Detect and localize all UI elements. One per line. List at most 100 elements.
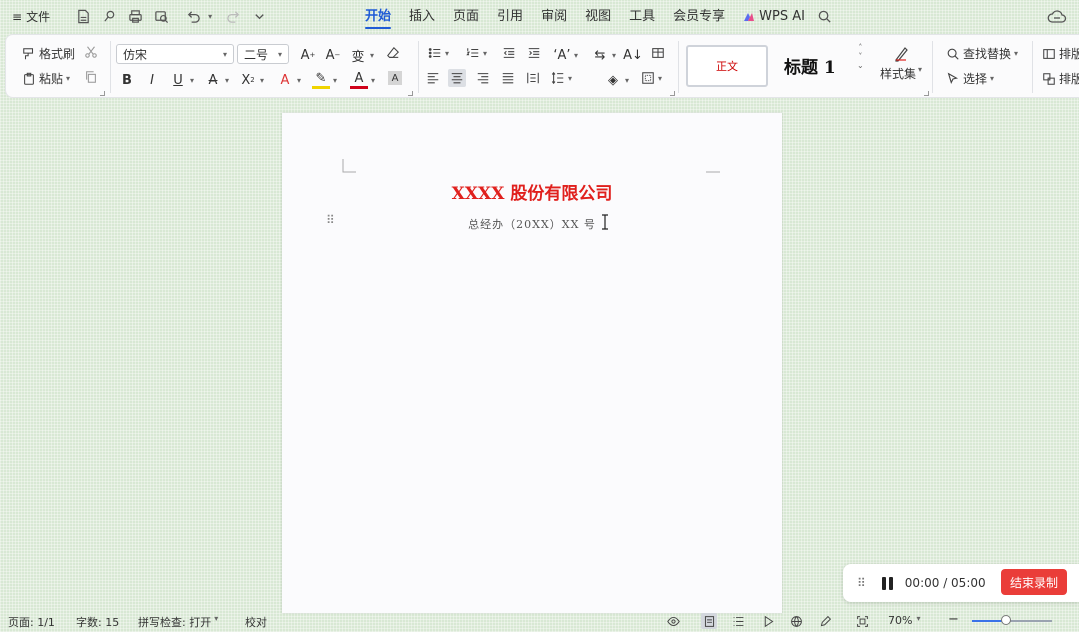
zoom-out-icon[interactable]: − bbox=[948, 612, 959, 627]
grow-font-button[interactable]: A + bbox=[299, 46, 317, 64]
document-page[interactable]: XXXX 股份有限公司 ⠿ 总经办（20XX）XX 号 bbox=[282, 113, 782, 613]
find-replace-button[interactable]: 查找替换 ▾ bbox=[946, 45, 1018, 62]
font-name-select[interactable]: 仿宋 ▾ bbox=[116, 44, 234, 64]
character-shading-button[interactable]: A bbox=[388, 71, 402, 85]
pause-button[interactable] bbox=[881, 576, 893, 590]
align-center-button[interactable] bbox=[448, 69, 466, 87]
scroll-down-icon[interactable]: ˅ bbox=[858, 52, 862, 61]
paragraph-group-launcher[interactable] bbox=[670, 91, 675, 96]
line-spacing-button[interactable]: ▾ bbox=[551, 71, 572, 85]
style-set-button[interactable]: 样式集 ▾ bbox=[880, 45, 922, 82]
clear-format-button[interactable] bbox=[386, 46, 400, 60]
pen-annotate-icon[interactable] bbox=[817, 613, 833, 629]
search-icon[interactable] bbox=[814, 6, 836, 28]
align-right-button[interactable] bbox=[476, 71, 490, 85]
borders-button[interactable]: ▾ bbox=[641, 71, 662, 85]
scroll-up-icon[interactable]: ˄ bbox=[858, 43, 862, 52]
sort-icon: A↓ bbox=[623, 47, 643, 63]
undo-dropdown-icon[interactable]: ▾ bbox=[208, 12, 212, 21]
numbered-list-button[interactable]: ▾ bbox=[466, 46, 487, 60]
justify-button[interactable] bbox=[501, 71, 515, 85]
text-effect-button[interactable]: A ▾ bbox=[276, 71, 301, 89]
align-left-button[interactable] bbox=[426, 71, 440, 85]
increase-indent-button[interactable] bbox=[527, 46, 541, 60]
show-marks-button[interactable] bbox=[651, 46, 665, 60]
chevron-down-icon: ▾ bbox=[612, 50, 617, 60]
italic-icon: I bbox=[150, 72, 154, 88]
paste-dropdown-icon[interactable]: ▾ bbox=[66, 74, 70, 83]
page-view-icon[interactable] bbox=[701, 613, 717, 629]
file-menu[interactable]: ≡ 文件 bbox=[8, 5, 54, 28]
more-dropdown-icon[interactable] bbox=[248, 6, 270, 28]
print-preview-icon[interactable] bbox=[150, 6, 172, 28]
outline-view-icon[interactable] bbox=[730, 613, 746, 629]
distribute-button[interactable] bbox=[526, 71, 540, 85]
tab-member[interactable]: 会员专享 bbox=[664, 0, 734, 33]
decrease-indent-button[interactable] bbox=[502, 46, 516, 60]
open-file-icon[interactable] bbox=[98, 6, 120, 28]
tab-home[interactable]: 开始 bbox=[356, 0, 400, 33]
font-group-launcher[interactable] bbox=[408, 91, 413, 96]
tab-view[interactable]: 视图 bbox=[576, 0, 620, 33]
clipboard-group-launcher[interactable] bbox=[100, 91, 105, 96]
cloud-sync-icon[interactable] bbox=[1047, 7, 1067, 27]
style-heading-1[interactable]: 标题 1 bbox=[784, 53, 836, 78]
cut-button[interactable] bbox=[84, 45, 98, 59]
document-title[interactable]: XXXX 股份有限公司 bbox=[282, 179, 782, 204]
word-count[interactable]: 字数: 15 bbox=[76, 614, 119, 630]
select-button[interactable]: 选择 ▾ bbox=[946, 70, 994, 87]
play-icon[interactable] bbox=[760, 613, 776, 629]
tab-page[interactable]: 页面 bbox=[444, 0, 488, 33]
copy-button[interactable] bbox=[84, 70, 98, 84]
bold-icon: B bbox=[122, 72, 132, 88]
paste-label: 粘贴 bbox=[39, 72, 64, 86]
change-case-button[interactable]: ‘A’ ▾ bbox=[553, 46, 578, 64]
page-count[interactable]: 页面: 1/1 bbox=[8, 614, 55, 630]
tab-wps-ai[interactable]: WPS AI bbox=[734, 0, 814, 33]
stop-recording-button[interactable]: 结束录制 bbox=[1001, 569, 1067, 595]
text-effect-icon: A bbox=[280, 72, 290, 88]
more-styles-icon[interactable]: ⌄ bbox=[857, 61, 864, 70]
zoom-slider-handle[interactable] bbox=[1001, 615, 1011, 625]
bullet-list-button[interactable]: ▾ bbox=[428, 46, 449, 60]
undo-icon[interactable] bbox=[182, 6, 204, 28]
highlight-button[interactable]: ✎ ▾ bbox=[312, 71, 337, 89]
zoom-slider[interactable] bbox=[972, 620, 1052, 622]
eye-protection-icon[interactable] bbox=[665, 613, 681, 629]
arrange-button[interactable]: 排版 bbox=[1042, 70, 1079, 87]
proofread-button[interactable]: 校对 bbox=[245, 614, 267, 630]
tab-tools[interactable]: 工具 bbox=[620, 0, 664, 33]
spellcheck-toggle[interactable]: 拼写检查: 打开 ▾ bbox=[138, 614, 218, 630]
superscript-button[interactable]: X 2 ▾ bbox=[239, 71, 264, 89]
layout-button[interactable]: 排版 bbox=[1042, 45, 1079, 62]
chevron-down-icon: ▾ bbox=[371, 75, 376, 85]
bold-button[interactable]: B bbox=[118, 71, 136, 89]
drag-grip-icon[interactable]: ⠿ bbox=[857, 576, 866, 590]
font-color-button[interactable]: A ▾ bbox=[350, 71, 375, 89]
paste-button[interactable]: 粘贴 ▾ bbox=[22, 70, 70, 87]
font-size-select[interactable]: 二号 ▾ bbox=[237, 44, 289, 64]
style-normal[interactable]: 正文 bbox=[686, 45, 768, 87]
styles-group-launcher[interactable] bbox=[924, 91, 929, 96]
style-scroll[interactable]: ˄ ˅ ⌄ bbox=[857, 43, 864, 70]
shading-button[interactable]: ◈ ▾ bbox=[604, 71, 629, 89]
text-direction-button[interactable]: ⇆ ▾ bbox=[591, 46, 616, 64]
chevron-down-icon: ▾ bbox=[445, 48, 450, 58]
strikethrough-button[interactable]: A ▾ bbox=[204, 71, 229, 89]
shrink-font-button[interactable]: A − bbox=[324, 46, 342, 64]
zoom-level-select[interactable]: 70% ▾ bbox=[888, 614, 920, 627]
redo-icon[interactable] bbox=[222, 6, 244, 28]
document-number[interactable]: 总经办（20XX）XX 号 bbox=[282, 216, 782, 232]
web-view-icon[interactable] bbox=[788, 613, 804, 629]
tab-review[interactable]: 审阅 bbox=[532, 0, 576, 33]
phonetic-guide-button[interactable]: 变 ▾ bbox=[349, 46, 374, 65]
new-document-icon[interactable] bbox=[72, 6, 94, 28]
print-icon[interactable] bbox=[124, 6, 146, 28]
fit-page-icon[interactable] bbox=[854, 613, 870, 629]
tab-references[interactable]: 引用 bbox=[488, 0, 532, 33]
italic-button[interactable]: I bbox=[143, 71, 161, 89]
sort-button[interactable]: A↓ bbox=[623, 46, 643, 64]
underline-button[interactable]: U ▾ bbox=[169, 71, 194, 89]
format-painter-button[interactable]: 格式刷 bbox=[22, 45, 75, 62]
tab-insert[interactable]: 插入 bbox=[400, 0, 444, 33]
